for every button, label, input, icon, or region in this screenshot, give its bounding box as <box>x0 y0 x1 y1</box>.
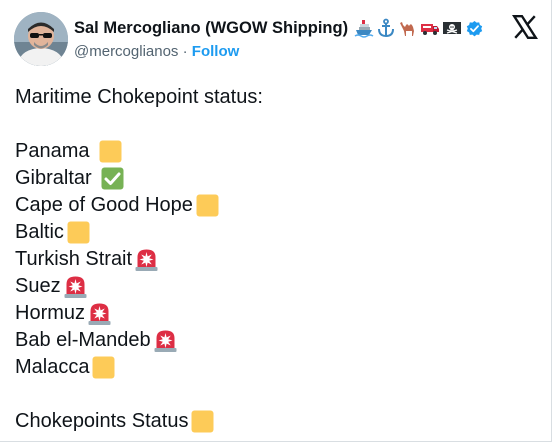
chokepoint-item: Baltic <box>15 219 535 246</box>
red-siren-icon <box>87 301 112 326</box>
chokepoint-item: Hormuz <box>15 300 535 327</box>
tweet-card: Sal Mercogliano (WGOW Shipping) @mercogl… <box>0 0 552 442</box>
camel-icon <box>398 18 418 38</box>
author-name-emojis <box>354 18 462 38</box>
chokepoint-item: Panama <box>15 138 535 165</box>
x-logo-icon[interactable] <box>512 14 538 40</box>
chokepoint-item: Turkish Strait <box>15 246 535 273</box>
chokepoint-name: Hormuz <box>15 302 86 324</box>
yellow-square-icon <box>195 193 220 218</box>
chokepoint-item: Bab el-Mandeb <box>15 327 535 354</box>
yellow-square-icon <box>66 220 91 245</box>
author-handle-row: @mercoglianos · Follow <box>74 43 239 60</box>
chokepoint-name: Malacca <box>15 356 90 378</box>
red-siren-icon <box>134 247 159 272</box>
chokepoint-item: Cape of Good Hope <box>15 192 535 219</box>
tweet-heading: Maritime Chokepoint status: <box>15 84 535 111</box>
author-display-name[interactable]: Sal Mercogliano (WGOW Shipping) <box>74 19 348 38</box>
chokepoint-name: Bab el-Mandeb <box>15 329 151 351</box>
yellow-square-icon <box>98 139 123 164</box>
yellow-square-icon <box>91 355 116 380</box>
green-check-icon <box>100 166 125 191</box>
chokepoint-list: Panama Gibraltar Cape of Good Hope Baltic Tu… <box>15 138 535 381</box>
pirate-flag-icon <box>442 18 462 38</box>
yellow-square-icon <box>190 409 215 434</box>
chokepoints-status-line: Chokepoints Status <box>15 408 535 435</box>
follow-button[interactable]: Follow <box>192 43 240 60</box>
chokepoint-name: Cape of Good Hope <box>15 194 193 216</box>
truck-icon <box>420 18 440 38</box>
chokepoint-item: Malacca <box>15 354 535 381</box>
chokepoint-item: Suez <box>15 273 535 300</box>
tweet-header: Sal Mercogliano (WGOW Shipping) @mercogl… <box>14 12 538 68</box>
red-siren-icon <box>153 328 178 353</box>
tweet-heading-text: Maritime Chokepoint status: <box>15 86 263 108</box>
chokepoint-name: Suez <box>15 275 61 297</box>
chokepoint-name: Turkish Strait <box>15 248 133 270</box>
handle-separator: · <box>182 43 188 60</box>
red-siren-icon <box>63 274 88 299</box>
verified-badge-icon <box>465 19 484 38</box>
anchor-icon <box>376 18 396 38</box>
chokepoint-item: Gibraltar <box>15 165 535 192</box>
tweet-text: Maritime Chokepoint status: Panama Gibral… <box>15 84 535 435</box>
author-name-row: Sal Mercogliano (WGOW Shipping) <box>74 16 484 40</box>
chokepoint-name: Gibraltar <box>15 167 92 189</box>
chokepoints-status-text: Chokepoints Status <box>15 410 189 432</box>
chokepoint-name: Panama <box>15 140 90 162</box>
ship-icon <box>354 18 374 38</box>
author-handle[interactable]: @mercoglianos <box>74 43 178 60</box>
chokepoint-name: Baltic <box>15 221 64 243</box>
avatar[interactable] <box>14 12 68 66</box>
